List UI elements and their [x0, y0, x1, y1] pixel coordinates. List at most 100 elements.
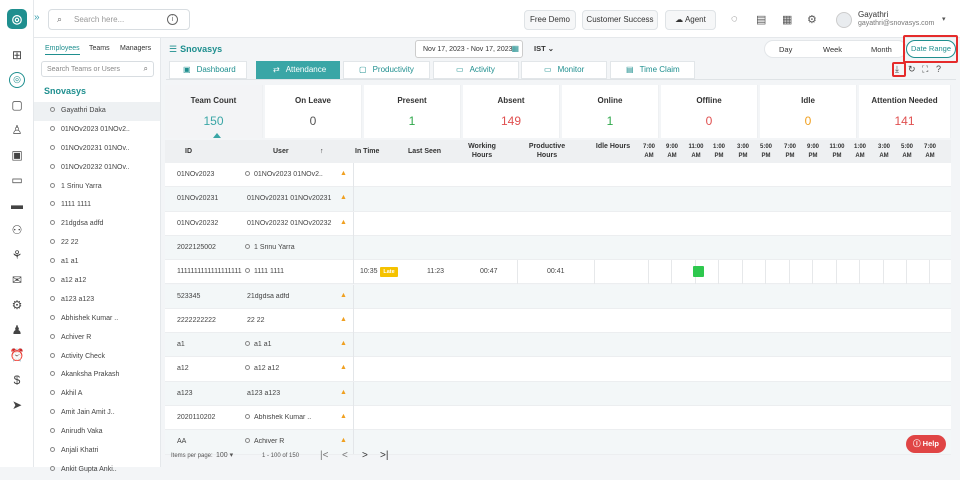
- briefcase-icon[interactable]: ▣: [9, 147, 25, 163]
- table-row[interactable]: 01NOv20231 01NOv20231 01NOv20231 ▲: [165, 187, 951, 212]
- refresh-icon[interactable]: ↻: [908, 64, 916, 75]
- last-page-icon[interactable]: >|: [380, 450, 388, 461]
- list-item[interactable]: a12 a12: [34, 272, 160, 291]
- cell-user[interactable]: 1111 1111: [245, 268, 337, 275]
- table-row[interactable]: 2222222222 22 22 ▲: [165, 308, 951, 334]
- next-page-icon[interactable]: >: [362, 450, 368, 461]
- period-month[interactable]: Month: [871, 45, 892, 54]
- chevron-down-icon[interactable]: ▾: [942, 15, 946, 23]
- settings-icon[interactable]: ⚙: [9, 297, 25, 313]
- help-circle-icon[interactable]: ?: [936, 64, 941, 74]
- stat-card[interactable]: Attention Needed 141: [859, 85, 951, 138]
- store-icon[interactable]: ▤: [756, 13, 766, 26]
- sort-arrow-icon[interactable]: ↑: [320, 147, 324, 156]
- monitor-icon[interactable]: ▭: [9, 172, 25, 188]
- help-button[interactable]: ⓘ Help: [906, 435, 946, 453]
- tab-managers[interactable]: Managers: [120, 45, 151, 52]
- table-row[interactable]: AA Achiver R ▲: [165, 430, 951, 455]
- list-item[interactable]: Anjali Khatri: [34, 442, 160, 461]
- report-icon[interactable]: ▦: [782, 13, 792, 26]
- calendar-icon[interactable]: ▢: [9, 97, 25, 113]
- stat-card[interactable]: Team Count 150: [165, 85, 263, 138]
- prev-page-icon[interactable]: <: [342, 450, 348, 461]
- agent-button[interactable]: ☁ Agent: [665, 10, 716, 30]
- table-row[interactable]: a1 a1 a1 ▲: [165, 333, 951, 358]
- table-row[interactable]: a123 a123 a123 ▲: [165, 381, 951, 406]
- stat-card[interactable]: Online 1: [562, 85, 659, 138]
- tab-employees[interactable]: Employees: [45, 45, 80, 55]
- list-item[interactable]: 01NOv20232 01NOv..: [34, 159, 160, 178]
- stat-card[interactable]: Present 1: [364, 85, 461, 138]
- cell-user[interactable]: a123 a123: [247, 390, 339, 397]
- cell-user[interactable]: 01NOv2023 01NOv2..: [245, 171, 337, 178]
- app-logo[interactable]: ◎: [7, 9, 27, 29]
- cell-user[interactable]: a1 a1: [245, 341, 337, 348]
- date-range-picker[interactable]: Nov 17, 2023 - Nov 17, 2023 ▦: [415, 40, 523, 58]
- fullscreen-icon[interactable]: ⛶: [922, 64, 928, 75]
- table-row[interactable]: 523345 21dgdsa adfd ▲: [165, 284, 951, 309]
- period-week[interactable]: Week: [823, 45, 842, 54]
- alarm-icon[interactable]: ⏰: [9, 347, 25, 363]
- list-item[interactable]: Abhishek Kumar ..: [34, 310, 160, 329]
- dashboard-grid-icon[interactable]: ⊞: [9, 47, 25, 63]
- stat-card[interactable]: On Leave 0: [265, 85, 362, 138]
- tab-monitor[interactable]: ▭ Monitor: [521, 61, 607, 79]
- table-row[interactable]: a12 a12 a12 ▲: [165, 357, 951, 382]
- customer-success-button[interactable]: Customer Success: [582, 10, 658, 30]
- company-group[interactable]: Snovasys: [44, 86, 86, 96]
- profile-icon[interactable]: ♟: [9, 322, 25, 338]
- tab-dashboard[interactable]: ▣ Dashboard: [169, 61, 247, 79]
- col-user[interactable]: User: [273, 147, 289, 156]
- free-demo-button[interactable]: Free Demo: [524, 10, 576, 30]
- avatar[interactable]: [836, 12, 852, 28]
- cell-user[interactable]: a12 a12: [245, 365, 337, 372]
- table-row[interactable]: 1111111111111111111 1111 1111 10:35 Late 11:…: [165, 260, 951, 285]
- table-row[interactable]: 01NOv2023 01NOv2023 01NOv2.. ▲: [165, 163, 951, 188]
- expand-menu-icon[interactable]: »: [34, 12, 40, 23]
- refresh-timer-icon[interactable]: ◌: [731, 13, 738, 25]
- list-item[interactable]: Anirudh Vaka: [34, 423, 160, 442]
- timezone-select[interactable]: IST ⌄: [534, 44, 554, 53]
- list-item[interactable]: 01NOv20231 01NOv..: [34, 140, 160, 159]
- stat-card[interactable]: Absent 149: [463, 85, 560, 138]
- send-icon[interactable]: ➤: [9, 397, 25, 413]
- list-item[interactable]: 1111 1111: [34, 196, 160, 215]
- cell-user[interactable]: 1 Srinu Yarra: [245, 243, 337, 251]
- mail-icon[interactable]: ✉: [9, 272, 25, 288]
- cell-user[interactable]: Achiver R: [245, 438, 337, 445]
- org-chart-icon[interactable]: ⚘: [9, 247, 25, 263]
- list-item[interactable]: 01NOv2023 01NOv2..: [34, 121, 160, 140]
- cell-user[interactable]: 22 22: [247, 317, 339, 324]
- user-icon[interactable]: ♙: [9, 122, 25, 138]
- list-item[interactable]: Achiver R: [34, 329, 160, 348]
- list-item[interactable]: Activity Check: [34, 348, 160, 367]
- list-item[interactable]: Amit Jain Amit J..: [34, 404, 160, 423]
- list-item[interactable]: Akhil A: [34, 385, 160, 404]
- time-tracking-icon[interactable]: ◎: [9, 72, 25, 88]
- list-item[interactable]: a123 a123: [34, 291, 160, 310]
- period-day[interactable]: Day: [779, 45, 792, 54]
- cell-user[interactable]: 01NOv20231 01NOv20231: [247, 195, 339, 202]
- list-item[interactable]: Gayathri Daka: [34, 102, 160, 121]
- tab-time-claim[interactable]: ▤ Time Claim: [610, 61, 695, 79]
- list-item[interactable]: Akanksha Prakash: [34, 366, 160, 385]
- card-icon[interactable]: ▬: [9, 197, 25, 213]
- table-row[interactable]: 01NOv20232 01NOv20232 01NOv20232 ▲: [165, 211, 951, 236]
- list-item[interactable]: 1 Srinu Yarra: [34, 178, 160, 197]
- stat-card[interactable]: Idle 0: [760, 85, 857, 138]
- table-row[interactable]: 2020110202 Abhishek Kumar .. ▲: [165, 406, 951, 431]
- list-item[interactable]: a1 a1: [34, 253, 160, 272]
- tab-productivity[interactable]: ▢ Productivity: [343, 61, 430, 79]
- document-icon[interactable]: $: [9, 372, 25, 388]
- page-size-select[interactable]: 100 ▾: [216, 451, 233, 459]
- cell-user[interactable]: Abhishek Kumar ..: [245, 414, 337, 421]
- list-item[interactable]: Ankit Gupta Anki..: [34, 461, 160, 480]
- info-icon[interactable]: i: [167, 14, 178, 25]
- team-icon[interactable]: ⚇: [9, 222, 25, 238]
- active-time-block[interactable]: [693, 266, 704, 278]
- first-page-icon[interactable]: |<: [320, 450, 328, 461]
- menu-icon[interactable]: ☰: [169, 44, 177, 55]
- cell-user[interactable]: 01NOv20232 01NOv20232: [247, 220, 339, 227]
- stat-card[interactable]: Offline 0: [661, 85, 758, 138]
- gear-icon[interactable]: ⚙: [807, 13, 817, 26]
